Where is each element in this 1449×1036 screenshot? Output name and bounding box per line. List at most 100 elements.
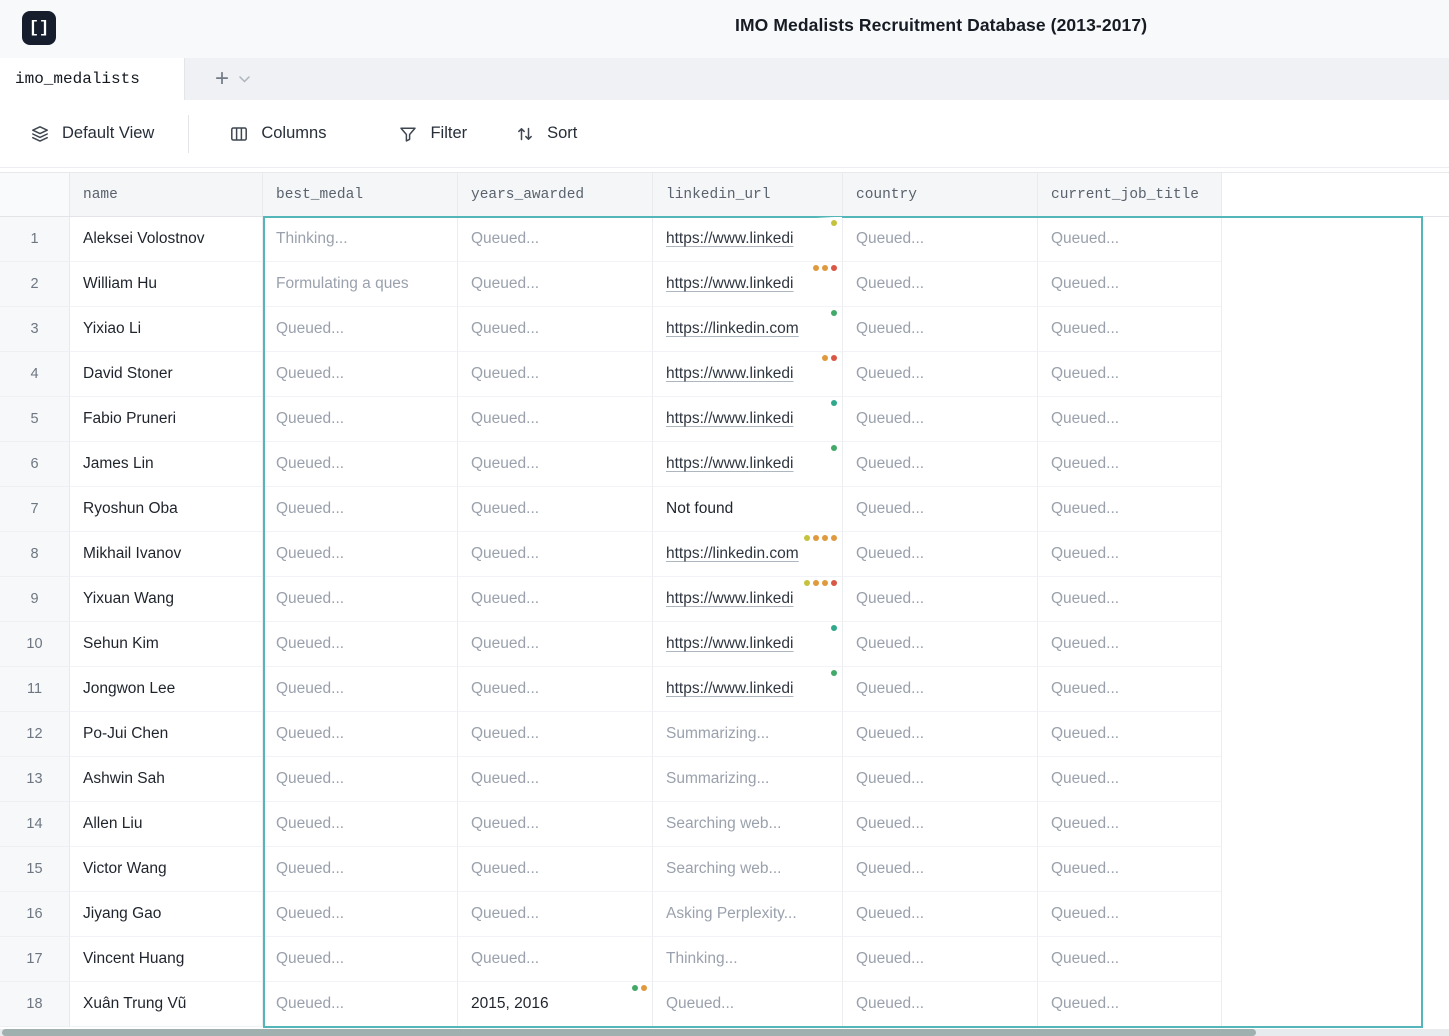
row-number[interactable]: 3 (0, 307, 70, 352)
row-number[interactable]: 15 (0, 847, 70, 892)
cell-name[interactable]: Victor Wang (70, 847, 263, 892)
cell-current_job_title[interactable]: Queued... (1038, 982, 1222, 1027)
cell-current_job_title[interactable]: Queued... (1038, 937, 1222, 982)
cell-current_job_title[interactable]: Queued... (1038, 802, 1222, 847)
cell-current_job_title[interactable]: Queued... (1038, 667, 1222, 712)
cell-years_awarded[interactable]: Queued... (458, 847, 653, 892)
cell-years_awarded[interactable]: Queued... (458, 712, 653, 757)
cell-years_awarded[interactable]: Queued... (458, 442, 653, 487)
cell-name[interactable]: Ryoshun Oba (70, 487, 263, 532)
cell-name[interactable]: Yixuan Wang (70, 577, 263, 622)
cell-years_awarded[interactable]: Queued... (458, 892, 653, 937)
cell-best_medal[interactable]: Queued... (263, 712, 458, 757)
cell-current_job_title[interactable]: Queued... (1038, 757, 1222, 802)
cell-name[interactable]: Po-Jui Chen (70, 712, 263, 757)
cell-country[interactable]: Queued... (843, 307, 1038, 352)
cell-years_awarded[interactable]: Queued... (458, 487, 653, 532)
cell-linkedin_url[interactable]: https://www.linkedi (653, 577, 843, 622)
cell-current_job_title[interactable]: Queued... (1038, 217, 1222, 262)
cell-years_awarded[interactable]: Queued... (458, 352, 653, 397)
cell-years_awarded[interactable]: Queued... (458, 532, 653, 577)
cell-linkedin_url[interactable]: Summarizing... (653, 712, 843, 757)
cell-best_medal[interactable]: Queued... (263, 802, 458, 847)
cell-linkedin_url[interactable]: Searching web... (653, 847, 843, 892)
header-corner-cell[interactable] (0, 173, 70, 216)
columns-button[interactable]: Columns (229, 124, 326, 144)
cell-linkedin_url[interactable]: https://linkedin.com (653, 532, 843, 577)
cell-current_job_title[interactable]: Queued... (1038, 352, 1222, 397)
cell-linkedin_url[interactable]: https://www.linkedi (653, 352, 843, 397)
cell-years_awarded[interactable]: Queued... (458, 262, 653, 307)
row-number[interactable]: 18 (0, 982, 70, 1027)
cell-years_awarded[interactable]: Queued... (458, 577, 653, 622)
cell-country[interactable]: Queued... (843, 712, 1038, 757)
cell-name[interactable]: Fabio Pruneri (70, 397, 263, 442)
row-number[interactable]: 7 (0, 487, 70, 532)
linkedin-link[interactable]: https://linkedin.com (666, 545, 799, 563)
linkedin-link[interactable]: https://linkedin.com (666, 320, 799, 338)
cell-years_awarded[interactable]: 2015, 2016 (458, 982, 653, 1027)
column-header-linkedin_url[interactable]: linkedin_url (653, 173, 843, 216)
cell-linkedin_url[interactable]: Asking Perplexity... (653, 892, 843, 937)
row-number[interactable]: 2 (0, 262, 70, 307)
cell-linkedin_url[interactable]: Summarizing... (653, 757, 843, 802)
cell-current_job_title[interactable]: Queued... (1038, 847, 1222, 892)
cell-name[interactable]: Sehun Kim (70, 622, 263, 667)
row-number[interactable]: 8 (0, 532, 70, 577)
column-header-years_awarded[interactable]: years_awarded (458, 173, 653, 216)
cell-current_job_title[interactable]: Queued... (1038, 622, 1222, 667)
cell-current_job_title[interactable]: Queued... (1038, 892, 1222, 937)
cell-country[interactable]: Queued... (843, 757, 1038, 802)
cell-current_job_title[interactable]: Queued... (1038, 712, 1222, 757)
row-number[interactable]: 14 (0, 802, 70, 847)
row-number[interactable]: 4 (0, 352, 70, 397)
column-header-name[interactable]: name (70, 173, 263, 216)
cell-country[interactable]: Queued... (843, 937, 1038, 982)
cell-country[interactable]: Queued... (843, 397, 1038, 442)
cell-country[interactable]: Queued... (843, 217, 1038, 262)
cell-name[interactable]: Allen Liu (70, 802, 263, 847)
linkedin-link[interactable]: https://www.linkedi (666, 680, 794, 698)
cell-name[interactable]: David Stoner (70, 352, 263, 397)
cell-linkedin_url[interactable]: https://www.linkedi (653, 667, 843, 712)
linkedin-link[interactable]: https://www.linkedi (666, 590, 794, 608)
cell-country[interactable]: Queued... (843, 442, 1038, 487)
cell-current_job_title[interactable]: Queued... (1038, 577, 1222, 622)
row-number[interactable]: 12 (0, 712, 70, 757)
linkedin-link[interactable]: https://www.linkedi (666, 635, 794, 653)
cell-country[interactable]: Queued... (843, 892, 1038, 937)
linkedin-link[interactable]: https://www.linkedi (666, 455, 794, 473)
cell-best_medal[interactable]: Queued... (263, 937, 458, 982)
linkedin-link[interactable]: https://www.linkedi (666, 275, 794, 293)
cell-current_job_title[interactable]: Queued... (1038, 532, 1222, 577)
cell-name[interactable]: Mikhail Ivanov (70, 532, 263, 577)
column-header-current_job_title[interactable]: current_job_title (1038, 173, 1222, 216)
cell-linkedin_url[interactable]: Thinking... (653, 937, 843, 982)
cell-country[interactable]: Queued... (843, 847, 1038, 892)
cell-country[interactable]: Queued... (843, 982, 1038, 1027)
row-number[interactable]: 17 (0, 937, 70, 982)
cell-linkedin_url[interactable]: https://www.linkedi (653, 442, 843, 487)
cell-country[interactable]: Queued... (843, 622, 1038, 667)
cell-name[interactable]: Jongwon Lee (70, 667, 263, 712)
cell-country[interactable]: Queued... (843, 802, 1038, 847)
filter-button[interactable]: Filter (398, 124, 467, 144)
cell-years_awarded[interactable]: Queued... (458, 937, 653, 982)
linkedin-link[interactable]: https://www.linkedi (666, 365, 794, 383)
cell-best_medal[interactable]: Queued... (263, 442, 458, 487)
horizontal-scrollbar[interactable] (0, 1029, 1449, 1036)
cell-years_awarded[interactable]: Queued... (458, 667, 653, 712)
cell-years_awarded[interactable]: Queued... (458, 802, 653, 847)
row-number[interactable]: 1 (0, 217, 70, 262)
row-number[interactable]: 9 (0, 577, 70, 622)
cell-country[interactable]: Queued... (843, 262, 1038, 307)
add-tab-button[interactable]: + (215, 58, 229, 100)
cell-best_medal[interactable]: Queued... (263, 577, 458, 622)
linkedin-link[interactable]: https://www.linkedi (666, 230, 794, 248)
cell-current_job_title[interactable]: Queued... (1038, 442, 1222, 487)
cell-best_medal[interactable]: Queued... (263, 982, 458, 1027)
cell-current_job_title[interactable]: Queued... (1038, 397, 1222, 442)
cell-country[interactable]: Queued... (843, 352, 1038, 397)
cell-years_awarded[interactable]: Queued... (458, 622, 653, 667)
row-number[interactable]: 16 (0, 892, 70, 937)
